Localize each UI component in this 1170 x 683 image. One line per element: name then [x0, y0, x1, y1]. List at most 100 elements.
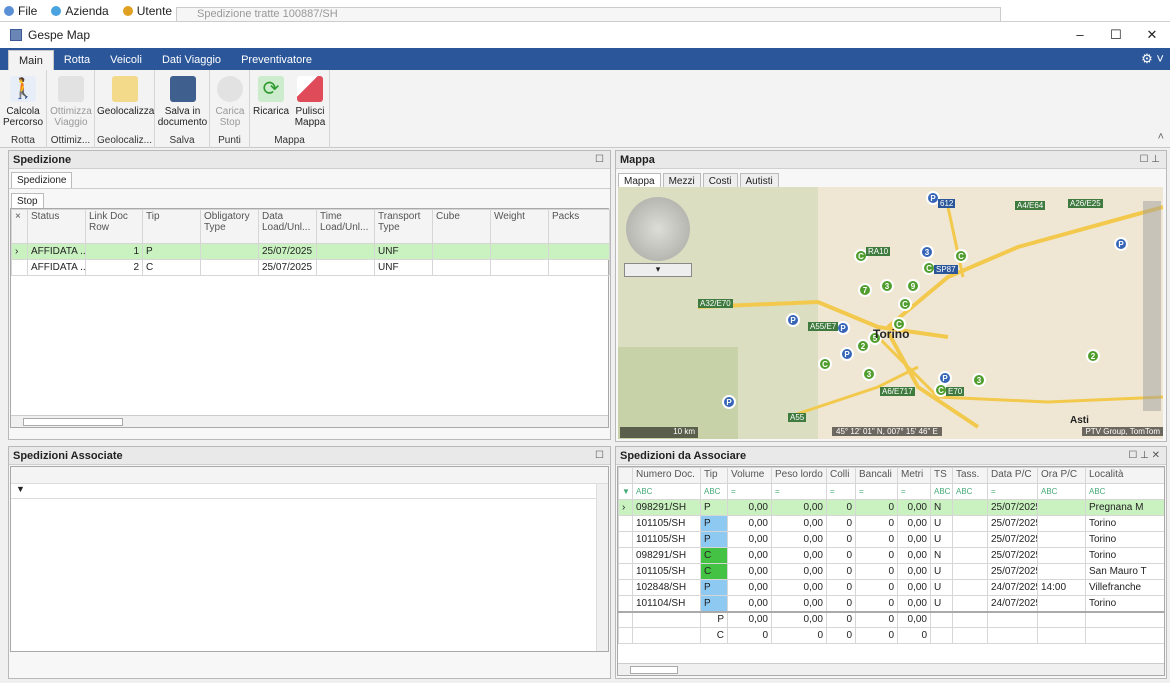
calcola-percorso-button[interactable]: 🚶 Calcola Percorso [2, 76, 44, 128]
map-marker-numbered[interactable]: 2 [856, 339, 870, 353]
column-header[interactable]: Transport Type [374, 209, 433, 244]
map-marker-pickup[interactable]: P [786, 313, 800, 327]
map-marker-numbered[interactable]: 3 [880, 279, 894, 293]
host-menu-azienda[interactable]: Azienda [51, 4, 109, 18]
tab-veicoli[interactable]: Veicoli [100, 50, 152, 70]
column-header[interactable]: Packs [548, 209, 610, 244]
tab-preventivatore[interactable]: Preventivatore [231, 50, 322, 70]
filter-cell[interactable]: = [897, 483, 931, 500]
geolocalizza-button[interactable]: Geolocalizza [97, 76, 154, 117]
filter-cell[interactable]: ABC [1037, 483, 1086, 500]
map-marker-delivery[interactable]: C [898, 297, 912, 311]
map-marker-delivery[interactable]: C [818, 357, 832, 371]
maximize-panel-icon[interactable]: ☐ [595, 151, 604, 169]
road-label: A26/E25 [1068, 199, 1103, 208]
pulisci-mappa-button[interactable]: Pulisci Mappa [292, 76, 328, 128]
walker-icon: 🚶 [10, 76, 36, 102]
column-header[interactable]: Tip [700, 467, 728, 484]
pan-control[interactable] [626, 197, 690, 261]
horizontal-scrollbar[interactable] [618, 663, 1164, 675]
column-header[interactable]: Data P/C [987, 467, 1038, 484]
filter-icon[interactable]: ▼ [11, 484, 608, 499]
ribbon-group-punti: Carica Stop Punti [210, 70, 250, 148]
map-marker-numbered[interactable]: 3 [972, 373, 986, 387]
column-header[interactable]: TS [930, 467, 953, 484]
column-header[interactable]: Bancali [855, 467, 898, 484]
column-header[interactable]: Tip [142, 209, 201, 244]
filter-cell[interactable]: = [987, 483, 1038, 500]
filter-cell[interactable]: ABC [632, 483, 701, 500]
tab-dati-viaggio[interactable]: Dati Viaggio [152, 50, 231, 70]
maximize-panel-icon[interactable]: ☐ [595, 447, 604, 465]
panel-controls-icon[interactable]: ☐ ⊥ ✕ [1128, 447, 1160, 465]
panel-title: Spedizioni Associate ☐ [9, 447, 610, 465]
filter-cell[interactable]: = [826, 483, 856, 500]
table-row[interactable]: 102848/SH P 0,00 0,00 0 0 0,00 U 24/07/2… [618, 579, 1164, 596]
map-marker-numbered[interactable]: 7 [858, 283, 872, 297]
column-header[interactable]: Status [27, 209, 86, 244]
horizontal-scrollbar[interactable] [11, 415, 608, 427]
map-marker-numbered[interactable]: 2 [1086, 349, 1100, 363]
salva-documento-button[interactable]: Salva in documento [157, 76, 208, 128]
tab-spedizione[interactable]: Spedizione [11, 172, 73, 188]
panel-controls-icon[interactable]: ☐ ⊥ [1140, 151, 1160, 169]
column-header[interactable]: Numero Doc. [632, 467, 701, 484]
tab-main[interactable]: Main [8, 50, 54, 70]
collapse-ribbon-icon[interactable]: ˄ [1158, 131, 1164, 143]
table-row[interactable]: 101105/SH P 0,00 0,00 0 0 0,00 U 25/07/2… [618, 515, 1164, 532]
column-header[interactable]: Obligatory Type [200, 209, 259, 244]
column-header[interactable]: Peso lordo [771, 467, 827, 484]
map-marker-delivery[interactable]: C [954, 249, 968, 263]
carica-stop-button[interactable]: Carica Stop [212, 76, 248, 128]
map-layer-dropdown[interactable]: ▾ [624, 263, 692, 277]
map-marker-pickup[interactable]: P [840, 347, 854, 361]
column-header[interactable]: Link Doc Row [85, 209, 143, 244]
clear-filter-icon[interactable]: × [11, 209, 28, 244]
table-row[interactable]: › AFFIDATA ... 1 P 25/07/2025 UNF [11, 243, 610, 260]
ricarica-button[interactable]: ⟳ Ricarica [253, 76, 289, 117]
close-button[interactable]: ✕ [1134, 22, 1170, 48]
vertical-scrollbar[interactable] [596, 484, 608, 651]
table-row[interactable]: 101104/SH P 0,00 0,00 0 0 0,00 U 24/07/2… [618, 595, 1164, 612]
table-row[interactable]: 098291/SH C 0,00 0,00 0 0 0,00 N 25/07/2… [618, 547, 1164, 564]
map-canvas[interactable]: ▾ P P C 3 C C 7 3 9 C P P C 5 2 P C 2 3 … [618, 187, 1163, 439]
ottimizza-viaggio-button[interactable]: Ottimizza Viaggio [50, 76, 92, 128]
table-row[interactable]: 101105/SH P 0,00 0,00 0 0 0,00 U 25/07/2… [618, 531, 1164, 548]
tab-rotta[interactable]: Rotta [54, 50, 100, 70]
table-row[interactable]: AFFIDATA ... 2 C 25/07/2025 UNF [11, 259, 610, 276]
row-indicator-icon: › [618, 499, 633, 516]
column-header[interactable]: Data Load/Unl... [258, 209, 317, 244]
filter-cell[interactable]: ABC [1085, 483, 1164, 500]
zoom-slider[interactable] [1143, 201, 1161, 411]
map-marker-numbered[interactable]: 3 [862, 367, 876, 381]
ribbon-group-salva: Salva in documento Salva [155, 70, 210, 148]
column-header[interactable]: Metri [897, 467, 931, 484]
maximize-button[interactable]: ☐ [1098, 22, 1134, 48]
filter-cell[interactable]: = [855, 483, 898, 500]
table-row[interactable]: › 098291/SH P 0,00 0,00 0 0 0,00 N 25/07… [618, 499, 1164, 516]
gear-icon[interactable]: ⚙ ˅ [1141, 51, 1164, 67]
column-header[interactable]: Weight [490, 209, 549, 244]
filter-cell[interactable]: = [771, 483, 827, 500]
tab-stop[interactable]: Stop [11, 193, 44, 209]
column-header[interactable]: Tass. [952, 467, 988, 484]
column-header[interactable]: Colli [826, 467, 856, 484]
filter-cell[interactable]: = [727, 483, 772, 500]
map-marker-numbered[interactable]: 9 [906, 279, 920, 293]
filter-cell[interactable]: ABC [930, 483, 953, 500]
host-menu-file[interactable]: File [4, 4, 37, 18]
column-header[interactable]: Località [1085, 467, 1164, 484]
column-header[interactable]: Ora P/C [1037, 467, 1086, 484]
table-row[interactable]: 101105/SH C 0,00 0,00 0 0 0,00 U 25/07/2… [618, 563, 1164, 580]
map-marker-numbered[interactable]: 3 [920, 245, 934, 259]
column-header[interactable]: Volume [727, 467, 772, 484]
column-header[interactable]: Time Load/Unl... [316, 209, 375, 244]
filter-cell[interactable]: ABC [700, 483, 728, 500]
minimize-button[interactable]: – [1062, 22, 1098, 48]
map-marker-pickup[interactable]: P [722, 395, 736, 409]
column-header[interactable]: Cube [432, 209, 491, 244]
filter-icon[interactable]: ▼ [618, 483, 633, 500]
map-marker-pickup[interactable]: P [1114, 237, 1128, 251]
filter-cell[interactable]: ABC [952, 483, 988, 500]
host-menu-utente[interactable]: Utente [122, 4, 172, 18]
